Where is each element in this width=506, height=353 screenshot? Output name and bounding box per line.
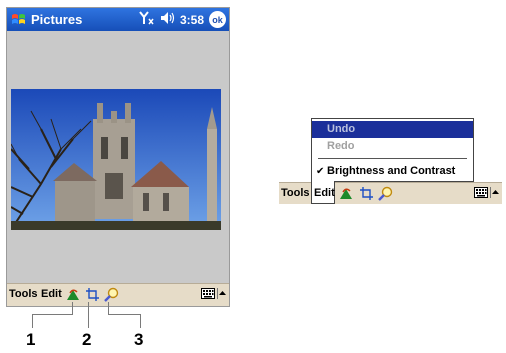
photo-church [11, 89, 221, 230]
clock[interactable]: 3:58 [180, 13, 204, 27]
callout-number-3: 3 [134, 330, 144, 349]
menu-bar: Tools Edit [7, 283, 229, 306]
edit-popup-menu: Undo Redo ✔ Brightness and Contrast [311, 118, 474, 182]
magnifier-icon[interactable] [378, 186, 393, 201]
rotate-icon[interactable] [339, 186, 354, 201]
menu-separator [318, 158, 467, 159]
edit-menu-open[interactable]: Edit [314, 187, 335, 199]
tools-menu[interactable]: Tools [281, 187, 310, 199]
app-title: Pictures [31, 12, 83, 27]
keyboard-icon[interactable] [201, 288, 215, 299]
crop-icon[interactable] [85, 287, 100, 302]
signal-icon[interactable] [139, 11, 155, 28]
callout-number-2: 2 [82, 330, 92, 349]
input-panel-arrow-icon[interactable] [490, 187, 499, 198]
volume-icon[interactable] [160, 11, 175, 28]
checkmark-icon: ✔ [316, 166, 325, 177]
input-panel-arrow-icon[interactable] [217, 288, 226, 299]
callout-number-1: 1 [26, 330, 36, 349]
title-bar: Pictures 3:58 ok [7, 8, 229, 31]
callout-line-1 [72, 302, 73, 315]
keyboard-icon[interactable] [474, 187, 488, 198]
status-area: 3:58 ok [139, 11, 226, 28]
windows-flag-icon[interactable] [10, 11, 27, 28]
rotate-icon[interactable] [66, 287, 81, 302]
magnifier-icon[interactable] [104, 287, 119, 302]
pictures-screen: Pictures 3:58 ok Tools Edit [6, 7, 230, 307]
menu-item-redo[interactable]: Redo [312, 138, 473, 155]
callout-line-2 [88, 302, 89, 328]
crop-icon[interactable] [359, 186, 374, 201]
ok-button[interactable]: ok [209, 11, 226, 28]
edit-menu[interactable]: Edit [41, 288, 62, 300]
callout-line-1 [32, 314, 33, 328]
menu-bar-expanded: Tools Edit [279, 181, 502, 204]
tools-menu[interactable]: Tools [9, 288, 38, 300]
callout-line-3 [140, 314, 141, 328]
menu-item-brightness-contrast[interactable]: ✔ Brightness and Contrast [312, 163, 473, 180]
callout-line-3 [108, 314, 140, 315]
menu-item-undo[interactable]: Undo [312, 121, 473, 138]
callout-line-3 [108, 302, 109, 314]
callout-line-1 [32, 314, 72, 315]
